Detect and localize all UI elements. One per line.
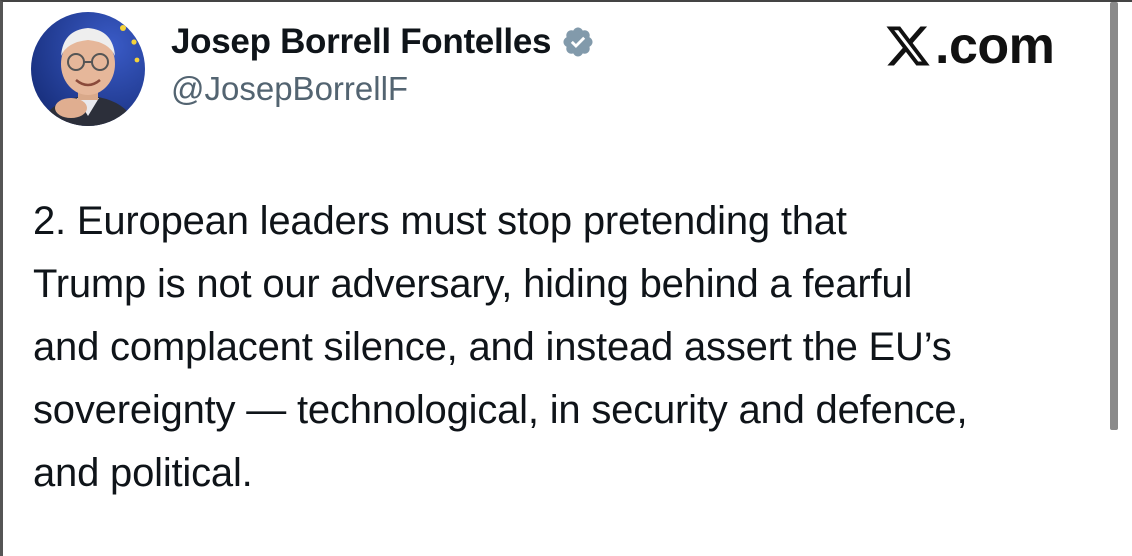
x-logo-icon [883, 22, 933, 70]
author-info: Josep Borrell Fontelles @JosepBorrellF [171, 20, 595, 108]
author-handle[interactable]: @JosepBorrellF [171, 70, 595, 108]
author-display-name[interactable]: Josep Borrell Fontelles [171, 22, 551, 62]
tweet-card: Josep Borrell Fontelles @JosepBorrellF .… [0, 0, 1132, 556]
scrollbar[interactable] [1110, 2, 1118, 430]
verified-badge-icon [561, 25, 595, 59]
author-avatar[interactable] [31, 12, 145, 126]
x-com-watermark: .com [883, 14, 1055, 78]
avatar-photo [31, 12, 145, 126]
tweet-text: 2. European leaders must stop pretending… [33, 199, 968, 495]
x-com-label: .com [935, 17, 1055, 75]
name-row: Josep Borrell Fontelles [171, 20, 595, 64]
